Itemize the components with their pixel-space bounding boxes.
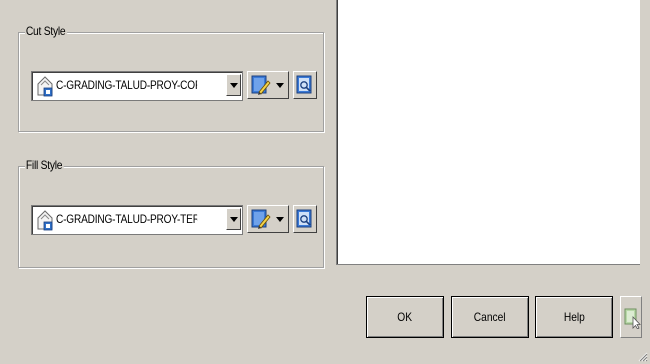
- chevron-down-icon[interactable]: [226, 208, 241, 230]
- edit-style-icon: [251, 75, 271, 95]
- help-button-label: Help: [563, 310, 585, 324]
- cut-style-value: C-GRADING-TALUD-PROY-CORTE: [56, 78, 197, 92]
- fill-style-value: C-GRADING-TALUD-PROY-TERRAPLEN: [56, 212, 197, 226]
- chevron-down-icon[interactable]: [226, 74, 241, 96]
- fill-style-edit-button[interactable]: [247, 205, 289, 233]
- help-button[interactable]: Help: [535, 296, 613, 338]
- fill-style-legend: Fill Style: [25, 158, 64, 172]
- ok-button[interactable]: OK: [366, 296, 444, 338]
- cut-style-details-button[interactable]: [293, 71, 317, 99]
- style-details-icon: [296, 75, 312, 94]
- style-document-icon: [37, 76, 53, 97]
- style-details-icon: [296, 209, 312, 228]
- edit-menu-chevron-icon[interactable]: [275, 217, 285, 223]
- cut-style-dropdown[interactable]: C-GRADING-TALUD-PROY-CORTE: [31, 71, 243, 101]
- cut-style-legend: Cut Style: [25, 24, 68, 38]
- edit-menu-chevron-icon[interactable]: [275, 83, 285, 89]
- preview-pane: [336, 0, 640, 265]
- fill-style-details-button[interactable]: [293, 205, 317, 233]
- fill-style-group: Fill Style C-GRADING-TALUD-PROY-TERRAPLE…: [18, 158, 324, 268]
- cut-style-group: Cut Style C-GRADING-TALUD-PROY-CORTE: [18, 24, 324, 132]
- cancel-button[interactable]: Cancel: [451, 296, 529, 338]
- ok-button-label: OK: [397, 310, 413, 324]
- cut-style-edit-button[interactable]: [247, 71, 289, 99]
- pick-from-drawing-button[interactable]: [620, 296, 642, 338]
- style-document-icon: [37, 210, 53, 231]
- resize-grip-icon[interactable]: [636, 350, 648, 362]
- dialog: Cut Style C-GRADING-TALUD-PROY-CORTE: [0, 0, 650, 364]
- pick-from-drawing-icon: [624, 308, 641, 329]
- cancel-button-label: Cancel: [474, 310, 506, 324]
- edit-style-icon: [251, 209, 271, 229]
- fill-style-dropdown[interactable]: C-GRADING-TALUD-PROY-TERRAPLEN: [31, 205, 243, 235]
